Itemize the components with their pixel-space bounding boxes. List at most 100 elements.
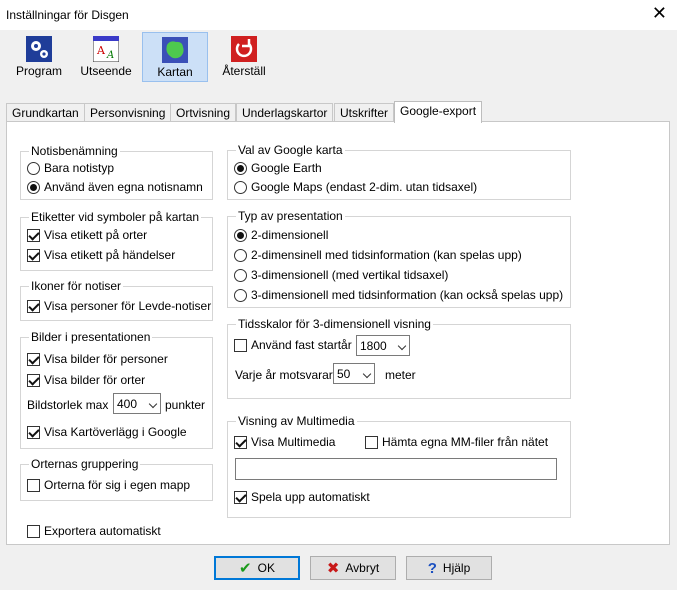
google-export-panel: Notisbenämning Bara notistyp Använd även… — [6, 121, 670, 545]
varje-ar-label: Varje år motsvarar — [235, 368, 333, 382]
toolbar-label: Kartan — [157, 65, 193, 79]
tab-personvisning[interactable]: Personvisning — [84, 103, 172, 122]
chevron-down-icon — [148, 399, 158, 409]
ok-button[interactable]: ✔ OK — [214, 556, 300, 580]
toolbar-kartan-button[interactable]: Kartan — [142, 32, 208, 82]
toolbar: Program A A Utseende Kartan Återställ — [0, 30, 677, 88]
checkbox-indicator — [27, 524, 40, 538]
svg-text:A: A — [106, 50, 114, 61]
toolbar-label: Utseende — [80, 64, 132, 78]
group-title: Etiketter vid symboler på kartan — [29, 210, 202, 224]
radio-google-earth[interactable]: Google Earth — [234, 161, 322, 175]
checkbox-bilder-orter[interactable]: Visa bilder för orter — [27, 373, 145, 387]
checkbox-indicator — [27, 352, 40, 366]
group-title: Typ av presentation — [236, 209, 345, 223]
checkbox-indicator — [27, 425, 40, 439]
checkbox-indicator — [27, 373, 40, 387]
svg-text:A: A — [96, 44, 106, 57]
checkbox-label: Orterna för sig i egen mapp — [44, 478, 191, 492]
radio-label: Använd även egna notisnamn — [44, 180, 203, 194]
radio-3d-tid[interactable]: 3-dimensionell med tidsinformation (kan … — [234, 288, 563, 302]
map-icon — [162, 37, 188, 63]
checkbox-indicator — [27, 299, 40, 313]
button-label: Hjälp — [442, 561, 471, 575]
tab-underlagskartor[interactable]: Underlagskartor — [236, 103, 334, 122]
radio-indicator — [27, 161, 40, 175]
toolbar-program-button[interactable]: Program — [12, 32, 66, 82]
group-title: Ikoner för notiser — [29, 279, 124, 293]
checkbox-exportera-automatiskt[interactable]: Exportera automatiskt — [27, 524, 161, 538]
checkbox-label: Spela upp automatiskt — [251, 490, 370, 504]
checkbox-label: Visa etikett på händelser — [44, 248, 176, 262]
group-etiketter: Etiketter vid symboler på kartan — [20, 210, 213, 271]
meter-unit: meter — [385, 368, 416, 382]
radio-label: 2-dimensionell — [251, 228, 329, 242]
button-label: OK — [257, 561, 275, 575]
startar-select[interactable]: 1800 — [356, 335, 410, 356]
checkbox-label: Använd fast startår — [251, 338, 352, 352]
checkbox-fast-startar[interactable]: Använd fast startår — [234, 338, 352, 352]
checkbox-etikett-orter[interactable]: Visa etikett på orter — [27, 228, 147, 242]
checkbox-indicator — [234, 435, 247, 449]
bildstorlek-select[interactable]: 400 — [113, 393, 161, 414]
checkbox-kartoverlagg[interactable]: Visa Kartöverlägg i Google — [27, 425, 187, 439]
radio-2d-tid[interactable]: 2-dimensinell med tidsinformation (kan s… — [234, 248, 522, 262]
checkbox-bilder-personer[interactable]: Visa bilder för personer — [27, 352, 168, 366]
checkbox-label: Hämta egna MM-filer från nätet — [382, 435, 549, 449]
checkbox-label: Visa bilder för personer — [44, 352, 168, 366]
group-title: Tidsskalor för 3-dimensionell visning — [236, 317, 433, 331]
checkbox-visa-multimedia[interactable]: Visa Multimedia — [234, 435, 335, 449]
meter-select[interactable]: 50 — [333, 363, 375, 384]
checkbox-label: Visa Kartöverlägg i Google — [44, 425, 187, 439]
radio-label: Bara notistyp — [44, 161, 115, 175]
button-label: Avbryt — [345, 561, 380, 575]
radio-label: 2-dimensinell med tidsinformation (kan s… — [251, 248, 522, 262]
select-value: 400 — [117, 397, 138, 411]
close-icon[interactable]: ✕ — [652, 4, 667, 22]
chevron-down-icon — [397, 341, 407, 351]
group-title: Visning av Multimedia — [236, 414, 357, 428]
checkbox-hamta-mm[interactable]: Hämta egna MM-filer från nätet — [365, 435, 548, 449]
checkbox-label: Visa personer för Levde-notiser — [44, 299, 212, 313]
tab-grundkartan[interactable]: Grundkartan — [6, 103, 85, 122]
reset-arrow-icon — [231, 36, 257, 62]
checkbox-label: Exportera automatiskt — [44, 524, 161, 538]
radio-label: Google Earth — [251, 161, 322, 175]
checkbox-egen-mapp[interactable]: Orterna för sig i egen mapp — [27, 478, 190, 492]
radio-2d[interactable]: 2-dimensionell — [234, 228, 328, 242]
mm-path-input[interactable] — [235, 458, 557, 480]
tab-google-export[interactable]: Google-export — [394, 101, 483, 123]
bildstorlek-label: Bildstorlek max — [27, 398, 109, 412]
checkbox-indicator — [27, 248, 40, 262]
checkbox-indicator — [27, 478, 40, 492]
window-title: Inställningar för Disgen — [6, 8, 129, 22]
tab-utskrifter[interactable]: Utskrifter — [334, 103, 394, 122]
checkbox-label: Visa etikett på orter — [44, 228, 148, 242]
radio-indicator — [234, 288, 247, 302]
toolbar-utseende-button[interactable]: A A Utseende — [78, 32, 134, 82]
radio-indicator — [27, 180, 40, 194]
cancel-button[interactable]: ✖ Avbryt — [310, 556, 396, 580]
select-value: 1800 — [360, 339, 387, 353]
help-button[interactable]: ? Hjälp — [406, 556, 492, 580]
checkbox-etikett-handelser[interactable]: Visa etikett på händelser — [27, 248, 175, 262]
toolbar-aterstall-button[interactable]: Återställ — [216, 32, 272, 82]
group-title: Bilder i presentationen — [29, 330, 153, 344]
question-icon: ? — [427, 559, 437, 577]
chevron-down-icon — [362, 369, 372, 379]
checkbox-indicator — [27, 228, 40, 242]
toolbar-label: Återställ — [222, 64, 266, 78]
cross-icon: ✖ — [326, 560, 340, 577]
radio-indicator — [234, 268, 247, 282]
radio-anvand-notisnamn[interactable]: Använd även egna notisnamn — [27, 180, 203, 194]
radio-google-maps[interactable]: Google Maps (endast 2-dim. utan tidsaxel… — [234, 180, 477, 194]
radio-3d[interactable]: 3-dimensionell (med vertikal tidsaxel) — [234, 268, 448, 282]
tab-ortvisning[interactable]: Ortvisning — [170, 103, 237, 122]
radio-bara-notistyp[interactable]: Bara notistyp — [27, 161, 114, 175]
checkbox-indicator — [365, 435, 378, 449]
group-title: Notisbenämning — [29, 144, 120, 158]
checkbox-spela-upp[interactable]: Spela upp automatiskt — [234, 490, 370, 504]
checkbox-levde-notiser[interactable]: Visa personer för Levde-notiser — [27, 299, 211, 313]
radio-indicator — [234, 180, 247, 194]
checkbox-indicator — [234, 338, 247, 352]
